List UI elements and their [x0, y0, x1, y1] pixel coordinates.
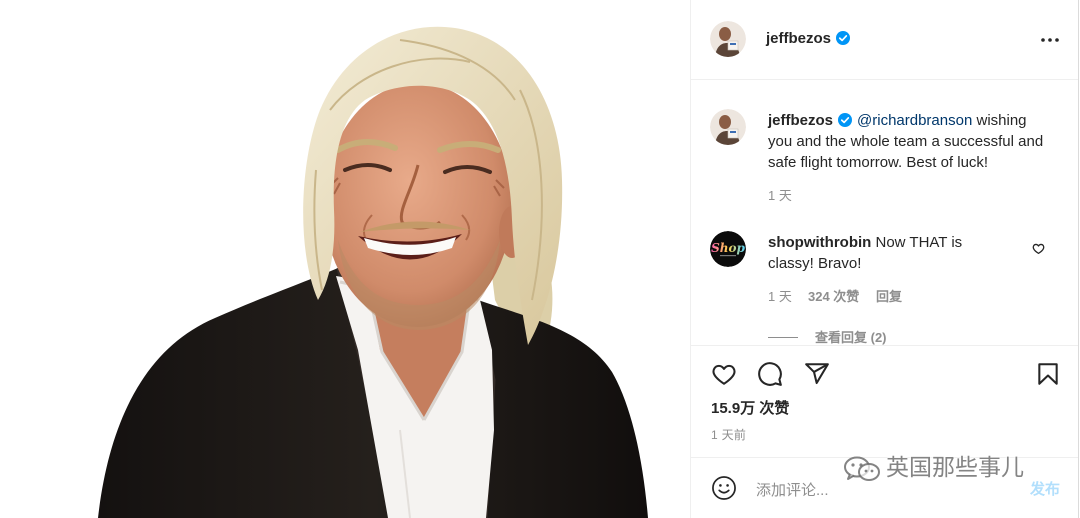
- emoji-icon[interactable]: [711, 475, 737, 501]
- wechat-icon: [842, 455, 882, 483]
- heart-icon[interactable]: [711, 361, 737, 387]
- verified-badge-icon: [838, 113, 853, 127]
- reply-button[interactable]: 回复: [876, 289, 902, 305]
- comments-list[interactable]: jeffbezos @richardbranson wishing you and…: [691, 81, 1078, 345]
- verified-badge-icon: [836, 31, 851, 45]
- shop-logo-text: Shop: [711, 241, 745, 255]
- likes-count[interactable]: 15.9万 次赞: [711, 400, 789, 418]
- actions-divider: [691, 345, 1078, 346]
- caption-avatar[interactable]: [710, 109, 746, 145]
- header-username[interactable]: jeffbezos: [766, 30, 831, 47]
- post-side-panel: jeffbezos jeffbezos @richardbranson wishi…: [690, 0, 1079, 518]
- post-comment-button[interactable]: 发布: [1030, 480, 1060, 500]
- caption-text: jeffbezos @richardbranson wishing you and…: [768, 110, 1050, 173]
- post-header: jeffbezos: [691, 0, 1078, 80]
- comment-text: shopwithrobin Now THAT is classy! Bravo!: [768, 232, 1008, 274]
- caption-time[interactable]: 1 天: [768, 188, 792, 204]
- view-replies-line: [768, 337, 798, 338]
- bookmark-icon[interactable]: [1035, 361, 1061, 387]
- post-photo-image: [0, 0, 690, 518]
- view-replies-button[interactable]: 查看回复 (2): [815, 330, 887, 345]
- heart-outline-icon[interactable]: [1032, 242, 1045, 255]
- comment-time[interactable]: 1 天: [768, 289, 792, 305]
- comment-username[interactable]: shopwithrobin: [768, 234, 871, 251]
- header-username-row: jeffbezos: [766, 30, 855, 48]
- more-options-icon[interactable]: [1038, 28, 1062, 52]
- paper-plane-icon[interactable]: [804, 361, 830, 387]
- profile-avatar[interactable]: [710, 21, 746, 57]
- mention-link[interactable]: @richardbranson: [857, 112, 972, 129]
- watermark-text: 英国那些事儿: [886, 454, 1024, 480]
- comment-icon[interactable]: [757, 361, 783, 387]
- post-timestamp[interactable]: 1 天前: [711, 427, 746, 443]
- post-photo: [0, 0, 690, 518]
- caption-username[interactable]: jeffbezos: [768, 112, 833, 129]
- comment-likes[interactable]: 324 次赞: [808, 289, 859, 305]
- commenter-avatar[interactable]: Shop: [710, 231, 746, 267]
